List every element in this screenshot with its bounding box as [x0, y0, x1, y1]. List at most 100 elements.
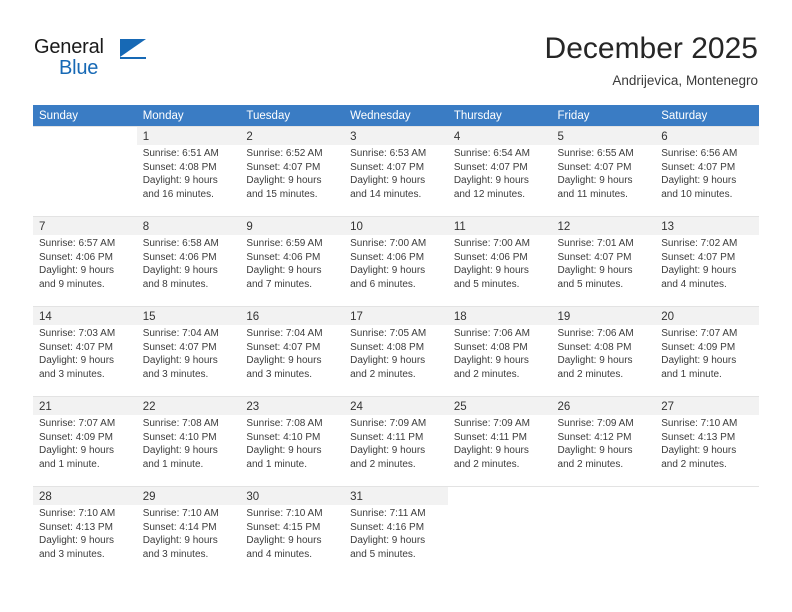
day-details: Sunrise: 7:10 AM Sunset: 4:13 PM Daylight:…	[39, 507, 132, 561]
calendar-day[interactable]: 24 Sunrise: 7:09 AM Sunset: 4:11 PM Dayligh…	[344, 396, 448, 486]
day-number: 3	[350, 131, 357, 143]
calendar-day-empty	[33, 126, 137, 216]
day-details: Sunrise: 7:07 AM Sunset: 4:09 PM Daylight:…	[39, 417, 132, 471]
calendar-day[interactable]: 30 Sunrise: 7:10 AM Sunset: 4:15 PM Dayligh…	[240, 486, 345, 576]
calendar-cell	[551, 486, 656, 576]
day-detail-daylight1: Daylight: 9 hours	[350, 265, 426, 276]
calendar-cell: 1 Sunrise: 6:51 AM Sunset: 4:08 PM Daylight…	[136, 126, 241, 216]
calendar-day[interactable]: 19 Sunrise: 7:06 AM Sunset: 4:08 PM Dayligh…	[551, 306, 656, 396]
calendar-day[interactable]: 17 Sunrise: 7:05 AM Sunset: 4:08 PM Dayligh…	[344, 306, 448, 396]
brand-logo[interactable]: General Blue	[34, 36, 234, 88]
day-number: 26	[557, 401, 571, 413]
day-detail-daylight2: and 5 minutes.	[453, 278, 520, 290]
day-detail-sunset: Sunset: 4:07 PM	[661, 161, 736, 173]
calendar-day[interactable]: 5 Sunrise: 6:55 AM Sunset: 4:07 PM Daylight…	[551, 126, 656, 216]
calendar-day[interactable]: 20 Sunrise: 7:07 AM Sunset: 4:09 PM Dayligh…	[655, 306, 759, 396]
day-number: 5	[557, 131, 564, 143]
day-detail-daylight2: and 14 minutes.	[350, 188, 422, 200]
calendar-day[interactable]: 15 Sunrise: 7:04 AM Sunset: 4:07 PM Dayligh…	[136, 306, 241, 396]
day-details: Sunrise: 7:07 AM Sunset: 4:09 PM Daylight:…	[661, 327, 754, 381]
day-detail-daylight1: Daylight: 9 hours	[557, 175, 633, 186]
day-detail-sunset: Sunset: 4:07 PM	[39, 341, 113, 353]
day-detail-sunset: Sunset: 4:07 PM	[557, 161, 632, 173]
calendar-cell	[33, 126, 137, 216]
day-detail-daylight2: and 5 minutes.	[557, 278, 624, 290]
calendar-day[interactable]: 29 Sunrise: 7:10 AM Sunset: 4:14 PM Dayligh…	[136, 486, 241, 576]
day-detail-daylight1: Daylight: 9 hours	[39, 265, 115, 276]
calendar-cell: 31 Sunrise: 7:11 AM Sunset: 4:16 PM Dayligh…	[344, 486, 448, 576]
calendar-day[interactable]: 21 Sunrise: 7:07 AM Sunset: 4:09 PM Dayligh…	[33, 396, 137, 486]
day-details: Sunrise: 6:57 AM Sunset: 4:06 PM Daylight:…	[39, 237, 132, 291]
day-details: Sunrise: 7:04 AM Sunset: 4:07 PM Daylight:…	[246, 327, 340, 381]
day-detail-sunset: Sunset: 4:07 PM	[142, 341, 217, 353]
day-detail-daylight1: Daylight: 9 hours	[350, 445, 426, 456]
day-detail-sunrise: Sunrise: 7:09 AM	[453, 418, 530, 429]
calendar-day[interactable]: 27 Sunrise: 7:10 AM Sunset: 4:13 PM Dayligh…	[655, 396, 759, 486]
calendar-day[interactable]: 16 Sunrise: 7:04 AM Sunset: 4:07 PM Dayligh…	[240, 306, 345, 396]
calendar-day[interactable]: 28 Sunrise: 7:10 AM Sunset: 4:13 PM Dayligh…	[33, 486, 137, 576]
calendar-day[interactable]: 2 Sunrise: 6:52 AM Sunset: 4:07 PM Daylight…	[240, 126, 345, 216]
day-number: 22	[142, 401, 156, 413]
day-detail-sunrise: Sunrise: 7:10 AM	[661, 418, 738, 429]
calendar-cell: 14 Sunrise: 7:03 AM Sunset: 4:07 PM Dayligh…	[33, 306, 137, 396]
day-details: Sunrise: 7:10 AM Sunset: 4:15 PM Daylight:…	[246, 507, 340, 561]
day-number: 16	[246, 311, 260, 323]
calendar-day[interactable]: 9 Sunrise: 6:59 AM Sunset: 4:06 PM Daylight…	[240, 216, 345, 306]
day-detail-daylight2: and 1 minute.	[142, 458, 204, 470]
day-detail-daylight1: Daylight: 9 hours	[39, 445, 115, 456]
calendar-day[interactable]: 3 Sunrise: 6:53 AM Sunset: 4:07 PM Daylight…	[344, 126, 448, 216]
day-detail-sunrise: Sunrise: 6:55 AM	[557, 148, 634, 159]
day-detail-sunset: Sunset: 4:06 PM	[350, 251, 425, 263]
calendar-day[interactable]: 10 Sunrise: 7:00 AM Sunset: 4:06 PM Dayligh…	[344, 216, 448, 306]
calendar-day[interactable]: 14 Sunrise: 7:03 AM Sunset: 4:07 PM Dayligh…	[33, 306, 137, 396]
day-details: Sunrise: 6:58 AM Sunset: 4:06 PM Daylight:…	[142, 237, 236, 291]
calendar-cell: 11 Sunrise: 7:00 AM Sunset: 4:06 PM Dayligh…	[447, 216, 552, 306]
calendar-day[interactable]: 1 Sunrise: 6:51 AM Sunset: 4:08 PM Daylight…	[136, 126, 241, 216]
calendar-day[interactable]: 26 Sunrise: 7:09 AM Sunset: 4:12 PM Dayligh…	[551, 396, 656, 486]
day-detail-daylight2: and 1 minute.	[661, 368, 722, 380]
calendar-day[interactable]: 11 Sunrise: 7:00 AM Sunset: 4:06 PM Dayligh…	[447, 216, 552, 306]
day-number: 14	[39, 311, 52, 323]
weekday-header-thursday: Thursday	[447, 105, 552, 126]
calendar-day[interactable]: 22 Sunrise: 7:08 AM Sunset: 4:10 PM Dayligh…	[136, 396, 241, 486]
day-details: Sunrise: 7:10 AM Sunset: 4:13 PM Daylight:…	[661, 417, 754, 471]
day-detail-daylight2: and 3 minutes.	[142, 368, 209, 380]
day-details: Sunrise: 7:05 AM Sunset: 4:08 PM Daylight:…	[350, 327, 443, 381]
day-details: Sunrise: 7:08 AM Sunset: 4:10 PM Daylight:…	[142, 417, 236, 471]
calendar-day[interactable]: 4 Sunrise: 6:54 AM Sunset: 4:07 PM Daylight…	[447, 126, 552, 216]
calendar-week-row: 28 Sunrise: 7:10 AM Sunset: 4:13 PM Dayligh…	[33, 486, 759, 576]
location-subtitle: Andrijevica, Montenegro	[612, 73, 758, 88]
day-number: 20	[661, 311, 675, 323]
day-detail-daylight2: and 3 minutes.	[39, 548, 105, 560]
calendar-day[interactable]: 18 Sunrise: 7:06 AM Sunset: 4:08 PM Dayligh…	[447, 306, 552, 396]
calendar-day[interactable]: 8 Sunrise: 6:58 AM Sunset: 4:06 PM Daylight…	[136, 216, 241, 306]
calendar-week-row: 7 Sunrise: 6:57 AM Sunset: 4:06 PM Daylight…	[33, 216, 759, 306]
day-detail-daylight1: Daylight: 9 hours	[453, 265, 529, 276]
day-details: Sunrise: 6:59 AM Sunset: 4:06 PM Daylight:…	[246, 237, 340, 291]
calendar-day[interactable]: 13 Sunrise: 7:02 AM Sunset: 4:07 PM Dayligh…	[655, 216, 759, 306]
calendar-day[interactable]: 25 Sunrise: 7:09 AM Sunset: 4:11 PM Dayligh…	[447, 396, 552, 486]
day-detail-daylight2: and 3 minutes.	[246, 368, 313, 380]
day-detail-sunrise: Sunrise: 6:59 AM	[246, 238, 323, 249]
calendar-day[interactable]: 12 Sunrise: 7:01 AM Sunset: 4:07 PM Dayligh…	[551, 216, 656, 306]
calendar-cell: 23 Sunrise: 7:08 AM Sunset: 4:10 PM Dayligh…	[240, 396, 345, 486]
day-detail-daylight1: Daylight: 9 hours	[142, 175, 218, 186]
calendar-cell: 13 Sunrise: 7:02 AM Sunset: 4:07 PM Dayligh…	[655, 216, 759, 306]
day-detail-sunset: Sunset: 4:07 PM	[246, 341, 321, 353]
calendar-day[interactable]: 6 Sunrise: 6:56 AM Sunset: 4:07 PM Daylight…	[655, 126, 759, 216]
day-detail-sunset: Sunset: 4:08 PM	[453, 341, 528, 353]
calendar-cell: 4 Sunrise: 6:54 AM Sunset: 4:07 PM Daylight…	[447, 126, 552, 216]
calendar-day[interactable]: 7 Sunrise: 6:57 AM Sunset: 4:06 PM Daylight…	[33, 216, 137, 306]
day-detail-daylight2: and 2 minutes.	[557, 368, 624, 380]
calendar-day[interactable]: 31 Sunrise: 7:11 AM Sunset: 4:16 PM Dayligh…	[344, 486, 448, 576]
day-detail-daylight2: and 2 minutes.	[453, 458, 520, 470]
day-detail-sunrise: Sunrise: 7:02 AM	[661, 238, 738, 249]
day-detail-sunset: Sunset: 4:13 PM	[661, 431, 736, 443]
calendar-day[interactable]: 23 Sunrise: 7:08 AM Sunset: 4:10 PM Dayligh…	[240, 396, 345, 486]
day-detail-sunset: Sunset: 4:07 PM	[246, 161, 321, 173]
triangle-logo-icon	[120, 39, 146, 57]
day-detail-sunrise: Sunrise: 6:58 AM	[142, 238, 219, 249]
day-number: 8	[142, 221, 150, 233]
day-detail-sunset: Sunset: 4:07 PM	[661, 251, 736, 263]
day-detail-sunset: Sunset: 4:11 PM	[453, 431, 528, 443]
